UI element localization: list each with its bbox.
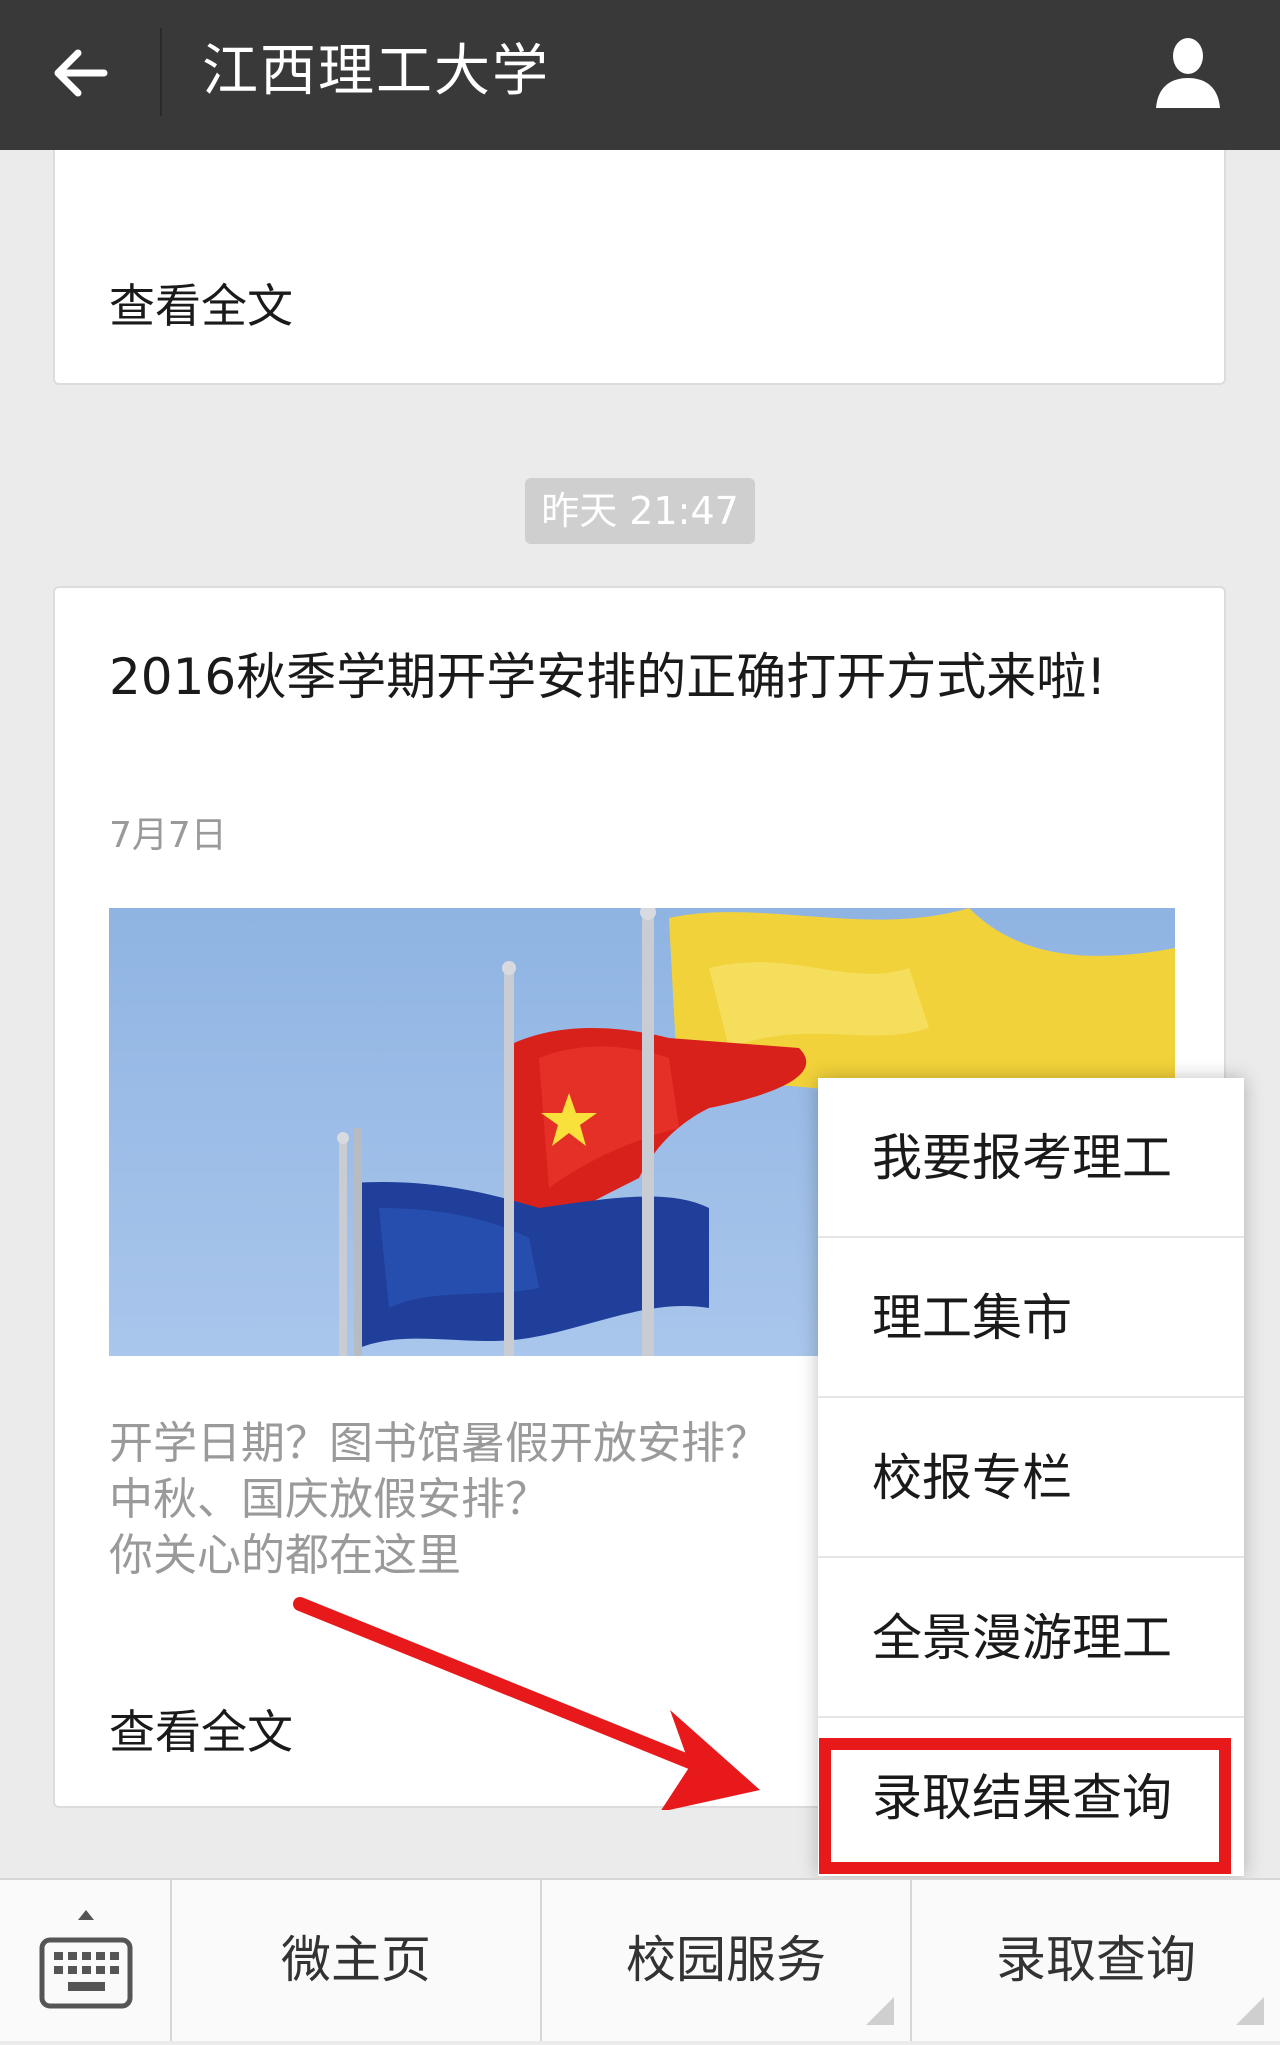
keyboard-icon bbox=[39, 1910, 133, 2009]
menu-item-market[interactable]: 理工集市 bbox=[818, 1238, 1244, 1398]
menu-item-apply[interactable]: 我要报考理工 bbox=[818, 1078, 1244, 1238]
article-summary: 开学日期？图书馆暑假开放安排？ 中秋、国庆放假安排？ 你关心的都在这里 bbox=[109, 1416, 869, 1584]
summary-line: 开学日期？图书馆暑假开放安排？ bbox=[109, 1418, 769, 1469]
submenu-indicator-icon bbox=[866, 1997, 894, 2025]
previous-article-card: 查看全文 bbox=[53, 150, 1226, 385]
message-timestamp: 昨天 21:47 bbox=[525, 478, 755, 544]
read-more-link[interactable]: 查看全文 bbox=[109, 270, 293, 336]
summary-line: 中秋、国庆放假安排？ bbox=[109, 1474, 549, 1525]
annotation-arrow bbox=[293, 1597, 760, 1810]
tab-label: 录取查询 bbox=[996, 1931, 1196, 1989]
read-more-link[interactable]: 查看全文 bbox=[109, 1696, 293, 1762]
keyboard-toggle-button[interactable] bbox=[0, 1880, 172, 2041]
back-button[interactable] bbox=[48, 38, 118, 108]
profile-button[interactable] bbox=[1148, 32, 1228, 112]
tab-label: 微主页 bbox=[281, 1931, 431, 1989]
header-divider bbox=[160, 28, 162, 116]
tab-admission-query[interactable]: 录取查询 bbox=[912, 1880, 1280, 2041]
menu-item-school-paper[interactable]: 校报专栏 bbox=[818, 1398, 1244, 1558]
tab-campus-services[interactable]: 校园服务 bbox=[542, 1880, 912, 2041]
person-icon bbox=[1156, 38, 1220, 108]
arrow-left-icon bbox=[54, 49, 108, 97]
tab-label: 校园服务 bbox=[626, 1931, 826, 1989]
menu-item-panorama[interactable]: 全景漫游理工 bbox=[818, 1558, 1244, 1718]
highlight-box bbox=[819, 1738, 1231, 1874]
tab-micro-homepage[interactable]: 微主页 bbox=[172, 1880, 542, 2041]
top-nav-bar: 江西理工大学 bbox=[0, 0, 1280, 150]
article-title[interactable]: 2016秋季学期开学安排的正确打开方式来啦! bbox=[109, 646, 1149, 708]
summary-line: 你关心的都在这里 bbox=[109, 1530, 461, 1581]
article-date: 7月7日 bbox=[109, 815, 227, 856]
bottom-menu-bar: 微主页 校园服务 录取查询 bbox=[0, 1878, 1280, 2041]
page-title: 江西理工大学 bbox=[202, 39, 550, 104]
submenu-indicator-icon bbox=[1236, 1997, 1264, 2025]
